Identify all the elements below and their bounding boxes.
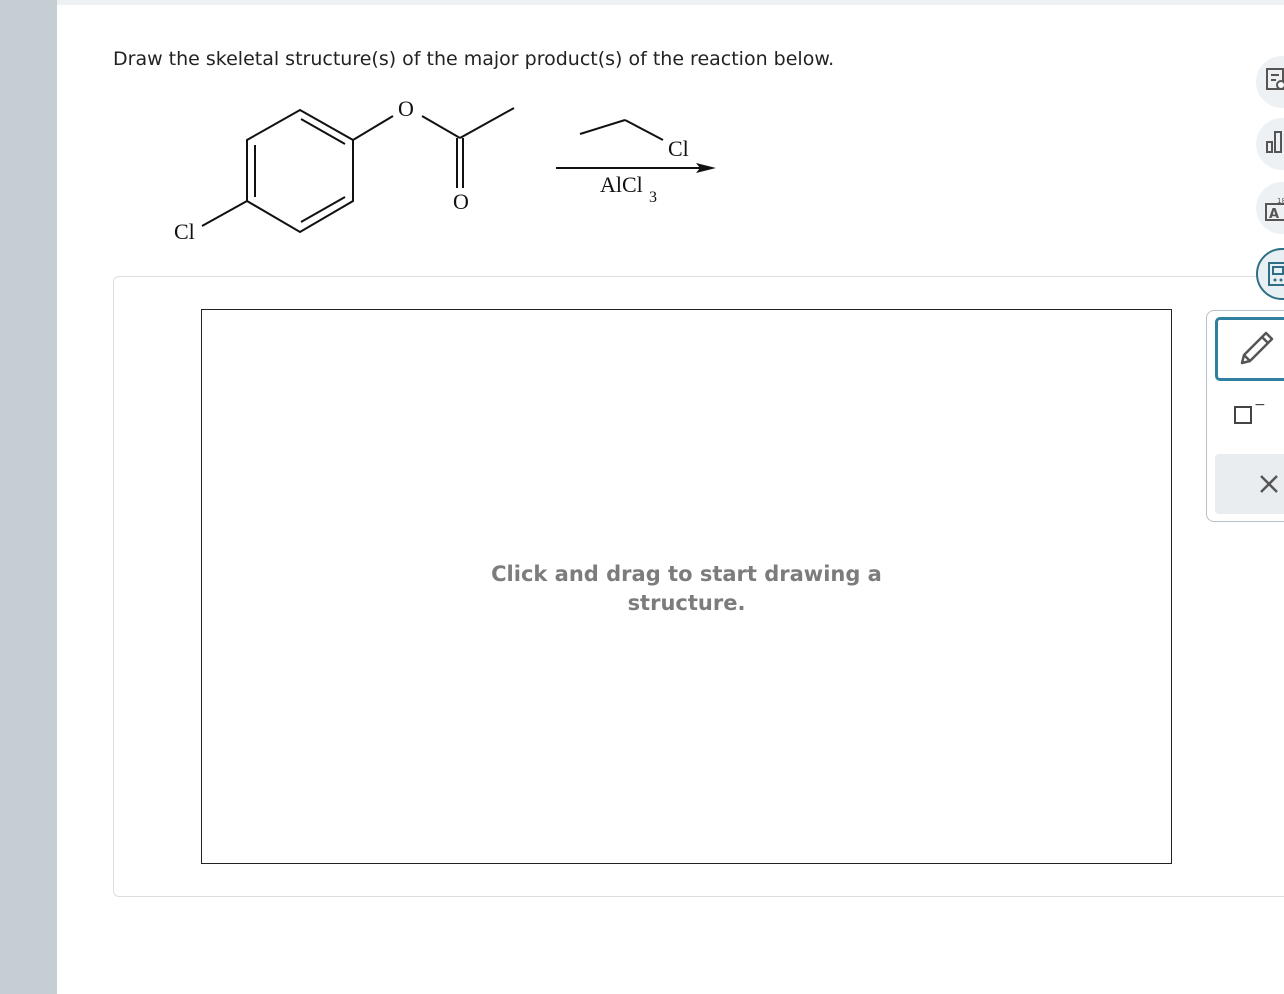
svg-text:−: − (1254, 397, 1265, 413)
reagent-below-label: AlCl (600, 172, 643, 197)
pencil-tool-button[interactable] (1215, 317, 1284, 381)
drawing-canvas[interactable]: Click and drag to start drawing a struct… (201, 309, 1172, 864)
drawing-hint-line2: structure. (627, 591, 746, 615)
data-chart-button[interactable] (1256, 118, 1284, 170)
drawing-hint: Click and drag to start drawing a struct… (202, 560, 1171, 618)
chlorine-label: Cl (174, 219, 195, 244)
calculator-icon (1268, 262, 1284, 286)
periodic-table-icon: 18 A (1265, 197, 1284, 222)
left-rail (0, 0, 57, 994)
charge-icon: − (1234, 397, 1266, 424)
pencil-icon (1240, 331, 1274, 365)
clear-icon (1260, 475, 1278, 493)
top-strip (57, 0, 1284, 5)
reagent-below-subscript: 3 (649, 189, 657, 206)
ester-oxygen-label: O (398, 96, 414, 121)
data-chart-icon (1266, 131, 1282, 153)
explanation-button[interactable] (1256, 56, 1284, 108)
reaction-scheme: O O Cl Cl AlCl 3 (174, 96, 716, 244)
clear-tool-button[interactable] (1215, 454, 1284, 514)
benzene-ring (201, 107, 700, 234)
periodic-table-button[interactable]: 18 A (1256, 182, 1284, 234)
carbonyl-oxygen-label: O (453, 189, 469, 214)
reagent-above-label: Cl (668, 136, 689, 161)
drawing-toolbox: − (1206, 310, 1284, 522)
drawing-hint-line1: Click and drag to start drawing a (491, 562, 882, 586)
svg-text:A: A (1269, 207, 1279, 222)
explanation-icon (1266, 68, 1284, 90)
charge-tool-button[interactable]: − (1233, 397, 1266, 427)
question-prompt: Draw the skeletal structure(s) of the ma… (113, 48, 835, 70)
